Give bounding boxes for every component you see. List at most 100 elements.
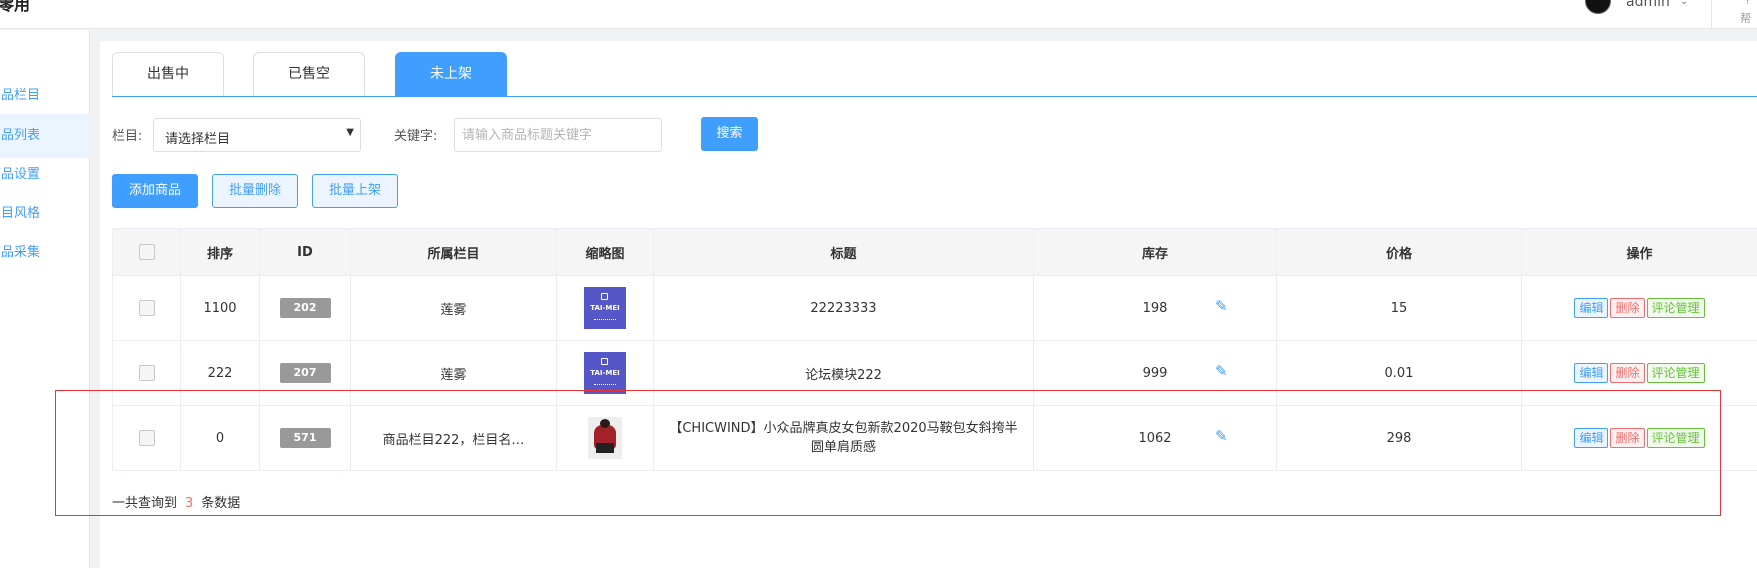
row-checkbox[interactable] <box>138 365 155 381</box>
row-checkbox-cell <box>112 405 181 471</box>
cell-actions: 编辑 删除 评论管理 <box>1521 405 1757 471</box>
category-label: 栏目: <box>112 129 143 144</box>
row-checkbox-cell <box>112 275 181 341</box>
batch-publish-button[interactable]: 批量上架 <box>312 174 398 208</box>
cell-title: 论坛模块222 <box>653 340 1034 406</box>
cell-price: 0.01 <box>1276 340 1522 406</box>
avatar[interactable] <box>1585 0 1611 14</box>
cell-category: 莲雾 <box>350 275 557 341</box>
tab-sold-out[interactable]: 已售空 <box>253 52 365 96</box>
row-checkbox-cell <box>112 340 181 406</box>
cell-thumbnail: TAI-MEI <box>556 340 654 406</box>
id-badge: 202 <box>279 298 331 318</box>
thumbnail-image[interactable]: TAI-MEI <box>584 352 626 394</box>
cell-id: 571 <box>259 405 351 471</box>
divider <box>594 384 616 385</box>
product-photo[interactable] <box>588 417 622 459</box>
delete-button[interactable]: 删除 <box>1610 428 1645 448</box>
cell-actions: 编辑 删除 评论管理 <box>1521 275 1757 341</box>
cell-category: 莲雾 <box>350 340 557 406</box>
select-all-checkbox[interactable] <box>138 244 155 260</box>
header-title: 标题 <box>653 228 1034 276</box>
sidebar: 商品栏目 商品列表 商品设置 栏目风格 商品采集 <box>0 30 90 568</box>
cell-sort: 222 <box>180 340 260 406</box>
header-actions: 操作 <box>1521 228 1757 276</box>
edit-pencil-icon[interactable]: ✎ <box>1215 427 1228 445</box>
search-button[interactable]: 搜索 <box>701 117 758 151</box>
product-table: 排序 ID 所属栏目 缩略图 标题 库存 价格 操作 1100 202 莲雾 T… <box>112 228 1757 471</box>
row-checkbox[interactable] <box>138 430 155 446</box>
result-count: 3 <box>185 496 194 511</box>
caret-down-icon: ▼ <box>346 127 354 138</box>
cell-sort: 1100 <box>180 275 260 341</box>
delete-button[interactable]: 删除 <box>1610 363 1645 383</box>
cell-id: 202 <box>259 275 351 341</box>
result-summary: 一共查询到 3 条数据 <box>112 492 240 511</box>
bottle-icon <box>601 358 608 365</box>
tab-on-sale[interactable]: 出售中 <box>112 52 224 96</box>
comment-manage-button[interactable]: 评论管理 <box>1646 298 1705 318</box>
edit-pencil-icon[interactable]: ✎ <box>1215 297 1228 315</box>
chevron-down-icon[interactable]: ⌄ <box>1680 0 1688 7</box>
table-row: 1100 202 莲雾 TAI-MEI 22223333 198 ✎ 15 编辑删… <box>112 275 1757 341</box>
header-id: ID <box>259 228 351 276</box>
sidebar-item-category[interactable]: 商品栏目 <box>0 74 90 118</box>
cell-stock: 198 ✎ <box>1033 275 1277 341</box>
stock-value: 999 <box>1142 365 1168 381</box>
edit-button[interactable]: 编辑 <box>1574 298 1609 318</box>
header-category: 所属栏目 <box>350 228 557 276</box>
header-price: 价格 <box>1276 228 1522 276</box>
thumbnail-text: TAI-MEI <box>590 304 620 312</box>
delete-button[interactable]: 删除 <box>1610 298 1645 318</box>
select-all-cell <box>112 228 181 276</box>
sidebar-item-collect[interactable]: 商品采集 <box>0 231 90 275</box>
help-icon[interactable]: ? <box>1745 0 1750 7</box>
cell-stock: 999 ✎ <box>1033 340 1277 406</box>
summary-prefix: 一共查询到 <box>112 496 178 511</box>
category-select-value: 请选择栏目 <box>165 132 231 147</box>
cell-price: 298 <box>1276 405 1522 471</box>
cell-title: 22223333 <box>653 275 1034 341</box>
id-badge: 571 <box>279 428 331 448</box>
cell-thumbnail <box>556 405 654 471</box>
cell-sort: 0 <box>180 405 260 471</box>
cell-actions: 编辑 删除 评论管理 <box>1521 340 1757 406</box>
comment-manage-button[interactable]: 评论管理 <box>1646 428 1705 448</box>
header-stock: 库存 <box>1033 228 1277 276</box>
cell-category: 商品栏目222，栏目名… <box>350 405 557 471</box>
row-checkbox[interactable] <box>138 300 155 316</box>
table-row: 0 571 商品栏目222，栏目名… 【CHICWIND】小众品牌真皮女包新款2… <box>112 405 1757 471</box>
keyword-label: 关键字: <box>394 129 438 144</box>
sidebar-item-settings[interactable]: 商品设置 <box>0 153 90 197</box>
cell-stock: 1062 ✎ <box>1033 405 1277 471</box>
category-select[interactable]: 请选择栏目 ▼ <box>153 118 361 152</box>
help-label[interactable]: 帮 <box>1740 10 1751 26</box>
summary-suffix: 条数据 <box>201 496 241 511</box>
sidebar-item-style[interactable]: 栏目风格 <box>0 192 90 236</box>
top-bar: 零用 admin ⌄ ? 帮 <box>0 0 1757 29</box>
tab-unlisted[interactable]: 未上架 <box>395 52 507 96</box>
cell-thumbnail: TAI-MEI <box>556 275 654 341</box>
batch-delete-button[interactable]: 批量删除 <box>212 174 298 208</box>
header-thumbnail: 缩略图 <box>556 228 654 276</box>
bottle-icon <box>601 293 608 300</box>
tab-underline <box>112 96 1757 97</box>
thumbnail-image[interactable]: TAI-MEI <box>584 287 626 329</box>
keyword-input[interactable] <box>454 118 662 152</box>
edit-pencil-icon[interactable]: ✎ <box>1215 362 1228 380</box>
comment-manage-button[interactable]: 评论管理 <box>1646 363 1705 383</box>
edit-button[interactable]: 编辑 <box>1574 363 1609 383</box>
thumbnail-text: TAI-MEI <box>590 369 620 377</box>
table-row: 222 207 莲雾 TAI-MEI 论坛模块222 999 ✎ 0.01 编辑删… <box>112 340 1757 406</box>
divider <box>594 319 616 320</box>
divider <box>1711 0 1712 29</box>
edit-button[interactable]: 编辑 <box>1574 428 1609 448</box>
table-header-row: 排序 ID 所属栏目 缩略图 标题 库存 价格 操作 <box>112 228 1757 276</box>
add-product-button[interactable]: 添加商品 <box>112 174 198 208</box>
cell-title: 【CHICWIND】小众品牌真皮女包新款2020马鞍包女斜挎半圆单肩质感 <box>653 405 1034 471</box>
sidebar-item-product-list[interactable]: 商品列表 <box>0 114 90 158</box>
user-name[interactable]: admin <box>1626 0 1670 10</box>
header-sort: 排序 <box>180 228 260 276</box>
stock-value: 1062 <box>1138 430 1172 446</box>
cell-price: 15 <box>1276 275 1522 341</box>
